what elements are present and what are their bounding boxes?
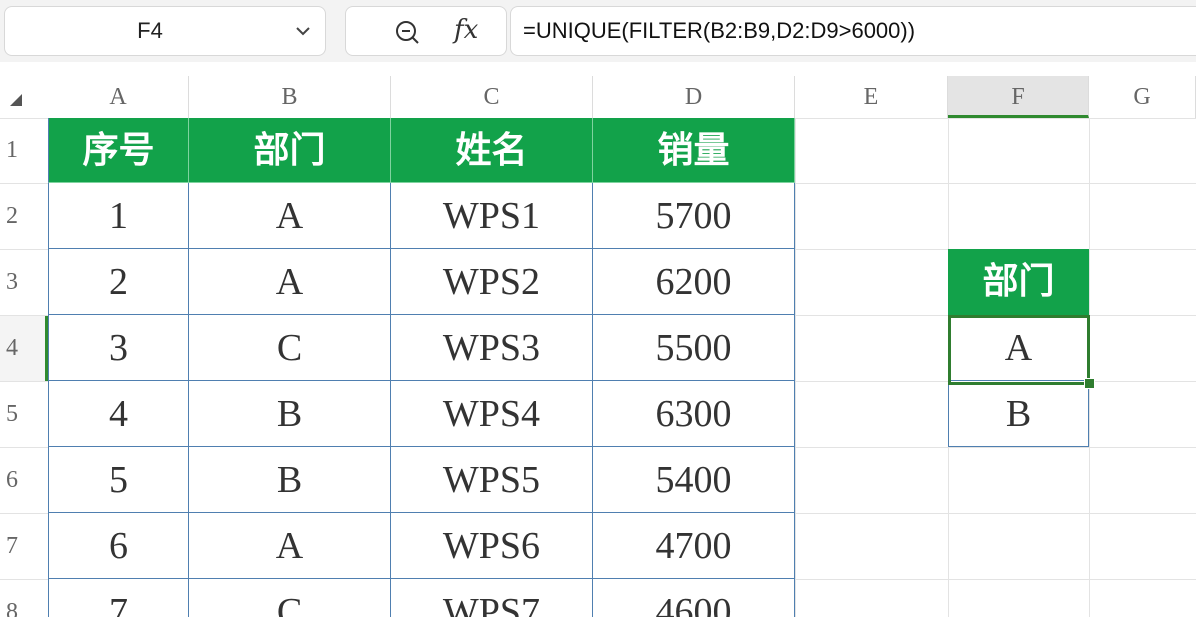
gridline-vertical xyxy=(1089,118,1090,617)
table-cell[interactable]: WPS3 xyxy=(391,315,593,381)
column-header-a[interactable]: A xyxy=(48,76,189,118)
table-cell[interactable]: C xyxy=(189,315,391,381)
spreadsheet-grid: ABCDEFG 12345678 序号 部门 姓名 销量 1 A WPS1 5700 2 A WPS… xyxy=(0,62,1196,617)
column-header-g[interactable]: G xyxy=(1089,76,1196,118)
table-cell[interactable]: C xyxy=(189,579,391,617)
table-cell[interactable]: 5400 xyxy=(593,447,795,513)
column-header-c[interactable]: C xyxy=(391,76,593,118)
select-all-icon[interactable] xyxy=(10,94,22,106)
name-box-value: F4 xyxy=(137,18,163,43)
table-cell[interactable]: B xyxy=(189,447,391,513)
table-cell[interactable]: 7 xyxy=(48,579,189,617)
table-cell[interactable]: 6300 xyxy=(593,381,795,447)
fill-handle[interactable] xyxy=(1084,378,1095,389)
row-header-4[interactable]: 4 xyxy=(0,315,48,381)
table-cell[interactable]: WPS5 xyxy=(391,447,593,513)
table-cell[interactable]: 2 xyxy=(48,249,189,315)
column-header-e[interactable]: E xyxy=(795,76,948,118)
table-cell[interactable]: WPS1 xyxy=(391,183,593,249)
table-cell[interactable]: 6 xyxy=(48,513,189,579)
result-header-cell[interactable]: 部门 xyxy=(948,249,1089,315)
table-cell[interactable]: 6200 xyxy=(593,249,795,315)
formula-tools: fx xyxy=(345,6,507,56)
table-cell[interactable]: WPS4 xyxy=(391,381,593,447)
table-header-cell[interactable]: 姓名 xyxy=(391,118,593,183)
table-cell[interactable]: A xyxy=(189,249,391,315)
column-header-d[interactable]: D xyxy=(593,76,795,118)
formula-input[interactable]: =UNIQUE(FILTER(B2:B9,D2:D9>6000)) xyxy=(510,6,1196,56)
table-cell[interactable]: 5700 xyxy=(593,183,795,249)
name-box[interactable]: F4 xyxy=(4,6,326,56)
table-cell[interactable]: 5 xyxy=(48,447,189,513)
table-cell[interactable]: 4600 xyxy=(593,579,795,617)
table-cell[interactable]: 5500 xyxy=(593,315,795,381)
result-cell[interactable]: A xyxy=(948,315,1089,381)
table-cell[interactable]: 4 xyxy=(48,381,189,447)
table-cell[interactable]: B xyxy=(189,381,391,447)
table-header-cell[interactable]: 销量 xyxy=(593,118,795,183)
row-header-8[interactable]: 8 xyxy=(0,579,48,617)
insert-function-button[interactable]: fx xyxy=(454,15,478,45)
gridline-vertical xyxy=(795,118,796,617)
table-cell[interactable]: WPS2 xyxy=(391,249,593,315)
row-header-7[interactable]: 7 xyxy=(0,513,48,579)
row-header-3[interactable]: 3 xyxy=(0,249,48,315)
table-cell[interactable]: A xyxy=(189,513,391,579)
row-header-2[interactable]: 2 xyxy=(0,183,48,249)
table-cell[interactable]: WPS6 xyxy=(391,513,593,579)
row-header-1[interactable]: 1 xyxy=(0,118,48,183)
chevron-down-icon[interactable] xyxy=(291,19,315,43)
zoom-out-icon[interactable] xyxy=(394,19,420,45)
column-header-b[interactable]: B xyxy=(189,76,391,118)
result-cell[interactable]: B xyxy=(948,381,1089,447)
table-cell[interactable]: 3 xyxy=(48,315,189,381)
table-header-cell[interactable]: 序号 xyxy=(48,118,189,183)
table-cell[interactable]: WPS7 xyxy=(391,579,593,617)
column-header-f[interactable]: F xyxy=(948,76,1089,118)
formula-bar: F4 fx =UNIQUE(FILTER(B2:B9,D2:D9>6000)) xyxy=(0,0,1196,62)
row-header-6[interactable]: 6 xyxy=(0,447,48,513)
row-header-5[interactable]: 5 xyxy=(0,381,48,447)
table-cell[interactable]: A xyxy=(189,183,391,249)
table-cell[interactable]: 1 xyxy=(48,183,189,249)
table-cell[interactable]: 4700 xyxy=(593,513,795,579)
table-header-cell[interactable]: 部门 xyxy=(189,118,391,183)
